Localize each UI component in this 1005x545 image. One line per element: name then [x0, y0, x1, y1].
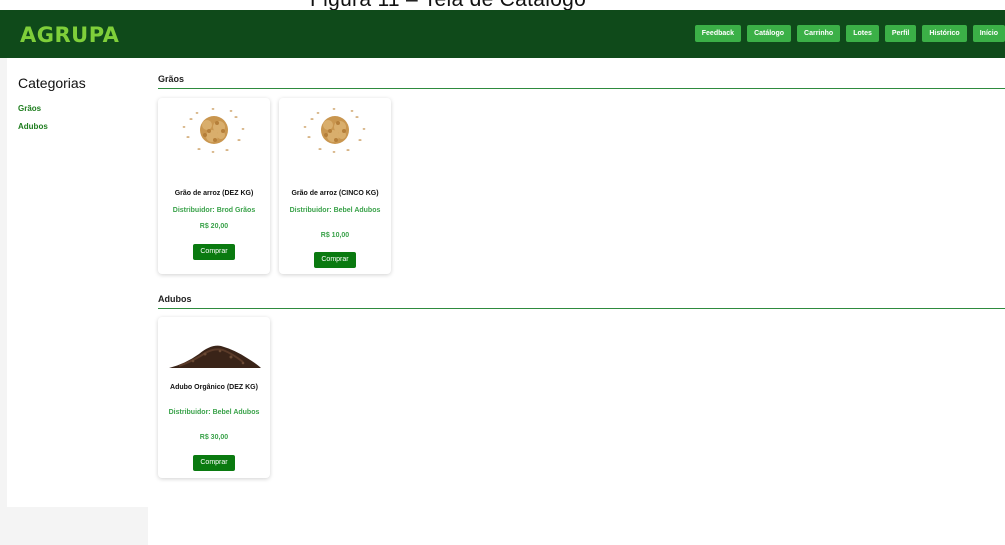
nav-lotes-button[interactable]: Lotes: [846, 25, 879, 42]
product-price: R$ 10,00: [320, 232, 350, 239]
sidebar-item-adubos[interactable]: Adubos: [18, 122, 48, 131]
product-card: Grão de arroz (CINCO KG) Distribuidor: B…: [279, 98, 391, 274]
product-card: Adubo Orgânico (DEZ KG) Distribuidor: Be…: [158, 317, 270, 478]
rice-grains-image: [165, 105, 263, 155]
nav-perfil-button[interactable]: Perfil: [884, 25, 917, 42]
organic-fertilizer-image: [165, 324, 263, 374]
section-title-adubos: Adubos: [158, 294, 192, 304]
section-title-graos: Grãos: [158, 74, 185, 84]
top-header: AGRUPA Feedback Catálogo Carrinho Lotes …: [0, 10, 1005, 58]
section-divider: [158, 308, 1005, 309]
product-distributor: Distribuidor: Bebel Adubos: [168, 409, 260, 416]
brand-logo[interactable]: AGRUPA: [20, 23, 119, 47]
nav-carrinho-button[interactable]: Carrinho: [797, 25, 841, 42]
product-card: Grão de arroz (DEZ KG) Distribuidor: Bro…: [158, 98, 270, 274]
product-name: Grão de arroz (DEZ KG): [174, 190, 254, 197]
buy-button[interactable]: Comprar: [193, 455, 235, 471]
sidebar-title: Categorias: [18, 75, 86, 91]
product-name: Grão de arroz (CINCO KG): [291, 190, 379, 197]
buy-button[interactable]: Comprar: [314, 252, 356, 268]
nav-catalogo-button[interactable]: Catálogo: [747, 25, 792, 42]
product-price: R$ 30,00: [199, 434, 229, 441]
categories-sidebar: Categorias Grãos Adubos: [7, 58, 148, 507]
sidebar-item-graos[interactable]: Grãos: [18, 104, 41, 113]
buy-button[interactable]: Comprar: [193, 244, 235, 260]
nav-feedback-button[interactable]: Feedback: [694, 25, 742, 42]
nav-inicio-button[interactable]: Início: [972, 25, 1005, 42]
rice-grains-image: [286, 105, 384, 155]
figure-caption: Figura 11 – Tela de Catálogo: [0, 0, 1005, 10]
product-name: Adubo Orgânico (DEZ KG): [170, 384, 258, 391]
section-divider: [158, 88, 1005, 89]
product-distributor: Distribuidor: Brod Grãos: [172, 207, 256, 214]
product-distributor: Distribuidor: Bebel Adubos: [289, 207, 381, 214]
catalog-main: Grãos Grão de arroz (DEZ KG) Distribuido…: [148, 58, 1005, 545]
product-price: R$ 20,00: [199, 223, 229, 230]
top-nav: Feedback Catálogo Carrinho Lotes Perfil …: [694, 25, 1005, 42]
nav-historico-button[interactable]: Histórico: [922, 25, 967, 42]
page-body: Categorias Grãos Adubos Grãos Grão de ar…: [0, 58, 1005, 545]
